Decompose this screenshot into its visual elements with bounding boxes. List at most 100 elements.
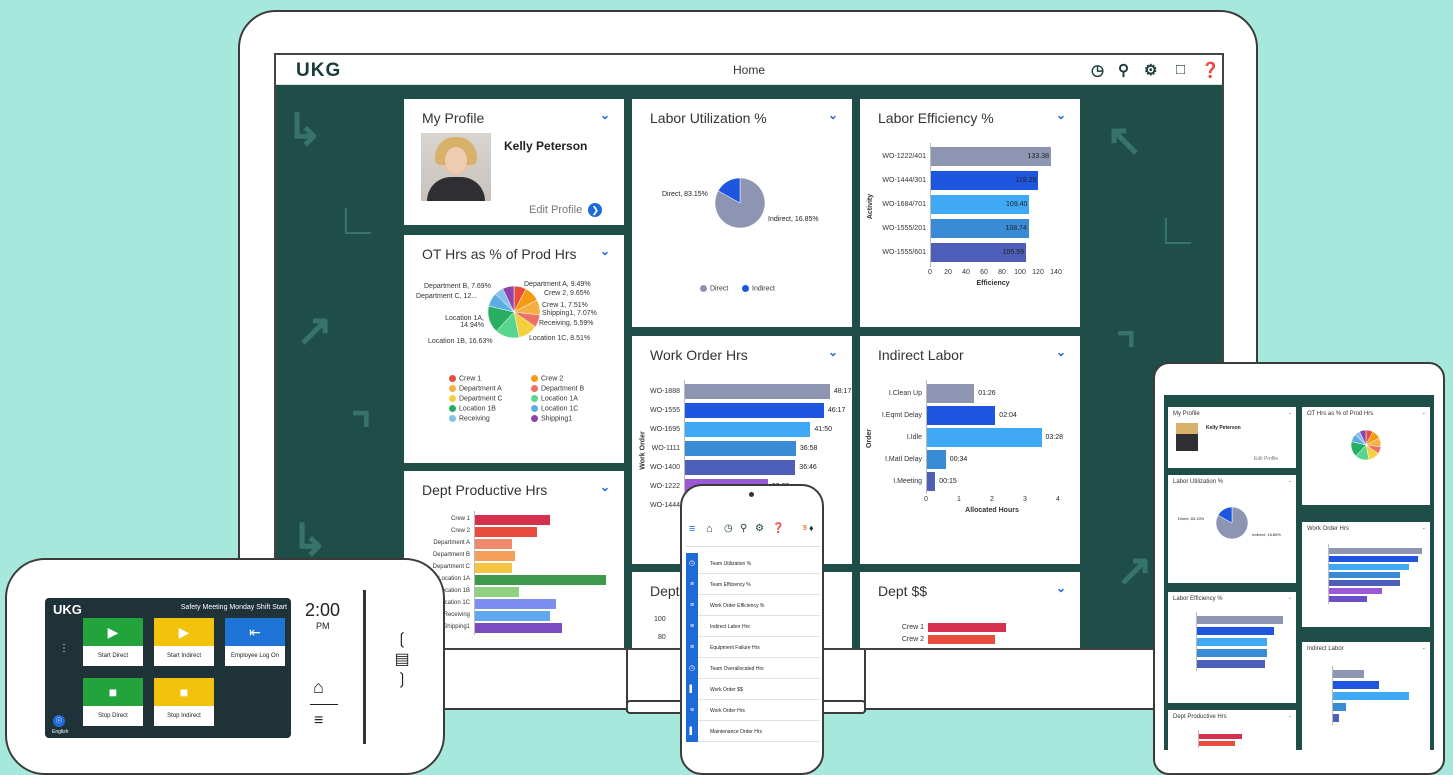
- gear-icon[interactable]: ⚙: [755, 523, 764, 534]
- bar[interactable]: [927, 406, 996, 425]
- bar[interactable]: [1329, 564, 1410, 570]
- bar[interactable]: [1333, 681, 1379, 689]
- chevron-down-icon[interactable]: ⌄: [1288, 713, 1292, 719]
- legend-item[interactable]: Department C: [449, 395, 503, 402]
- bell-icon[interactable]: ♦: [809, 523, 814, 533]
- chevron-down-icon[interactable]: ⌄: [1288, 478, 1292, 484]
- bar[interactable]: [1199, 734, 1242, 739]
- start-direct-button[interactable]: ▶ Start Direct: [83, 618, 143, 674]
- bar[interactable]: [685, 403, 824, 418]
- bar[interactable]: [1329, 572, 1400, 578]
- notification-count[interactable]: 5: [803, 525, 807, 532]
- gear-icon[interactable]: ⚙: [1144, 61, 1157, 79]
- clock-history-icon[interactable]: ◷: [1091, 61, 1104, 79]
- bar[interactable]: [927, 428, 1042, 447]
- legend-item[interactable]: Crew 2: [531, 375, 563, 382]
- phone-menu-item[interactable]: ≡ Indirect Labor Hrs: [686, 616, 820, 637]
- employee-log-on-button[interactable]: ⇤ Employee Log On: [225, 618, 285, 674]
- legend-item[interactable]: Department A: [449, 385, 502, 392]
- bar[interactable]: [685, 422, 811, 437]
- chat-icon[interactable]: □: [1176, 61, 1185, 78]
- chevron-down-icon[interactable]: ⌄: [600, 108, 610, 122]
- bar[interactable]: [1197, 649, 1267, 657]
- bar[interactable]: [1333, 670, 1365, 678]
- menu-dots-icon[interactable]: ⋮: [59, 644, 69, 654]
- stop-direct-button[interactable]: ■ Stop Direct: [83, 678, 143, 734]
- chevron-down-icon[interactable]: ⌄: [1422, 410, 1426, 416]
- bar[interactable]: [1333, 703, 1346, 711]
- bar[interactable]: [1197, 616, 1283, 624]
- help-icon[interactable]: ❓: [1201, 61, 1220, 79]
- phone-menu-item[interactable]: ◷ Team Utilization %: [686, 553, 820, 574]
- legend-item[interactable]: Receiving: [449, 415, 490, 422]
- help-icon[interactable]: ❓: [772, 523, 784, 534]
- chevron-down-icon[interactable]: ⌄: [1288, 595, 1292, 601]
- bar[interactable]: [475, 515, 550, 525]
- phone-menu-item[interactable]: ▌ Maintenance Order Hrs: [686, 721, 820, 742]
- bar[interactable]: [685, 441, 796, 456]
- chevron-down-icon[interactable]: ⌄: [828, 345, 838, 359]
- bar[interactable]: [1333, 692, 1410, 700]
- phone-menu-item[interactable]: ▌ Work Order $$: [686, 679, 820, 700]
- bar[interactable]: [475, 539, 513, 549]
- search-icon[interactable]: ⚲: [740, 523, 747, 534]
- edit-profile-link[interactable]: Edit Profile: [1254, 456, 1278, 462]
- legend-direct[interactable]: Direct: [700, 285, 728, 292]
- language-globe-icon[interactable]: ☉: [53, 715, 65, 727]
- chevron-down-icon[interactable]: ⌄: [828, 108, 838, 122]
- bar[interactable]: [1333, 714, 1339, 722]
- search-icon[interactable]: ⚲: [1118, 61, 1129, 79]
- clock-history-icon[interactable]: ◷: [724, 523, 733, 534]
- bar[interactable]: [927, 472, 936, 491]
- chevron-down-icon[interactable]: ⌄: [1422, 525, 1426, 531]
- bar[interactable]: [475, 575, 606, 585]
- hamburger-menu-icon[interactable]: ≡: [314, 712, 323, 730]
- bar[interactable]: [1197, 660, 1265, 668]
- bar[interactable]: [1329, 556, 1418, 562]
- home-icon[interactable]: ⌂: [706, 523, 713, 535]
- phone-menu-item[interactable]: ≡ Team Efficiency %: [686, 574, 820, 595]
- bar[interactable]: [1197, 638, 1268, 646]
- badge-reader-icon[interactable]: ❲ ▤ ❳: [389, 630, 415, 692]
- phone-menu-item[interactable]: ≡ Work Order Hrs: [686, 700, 820, 721]
- start-indirect-button[interactable]: ▶ Start Indirect: [154, 618, 214, 674]
- legend-item[interactable]: Location 1A: [531, 395, 578, 402]
- bar[interactable]: [475, 563, 513, 573]
- bar[interactable]: [685, 384, 830, 399]
- bar[interactable]: [1329, 588, 1382, 594]
- bar[interactable]: [1199, 741, 1235, 746]
- bar[interactable]: [1329, 596, 1368, 602]
- stop-indirect-button[interactable]: ■ Stop Indirect: [154, 678, 214, 734]
- chevron-down-icon[interactable]: ⌄: [600, 244, 610, 258]
- phone-menu-item[interactable]: ≡ Work Order Efficiency %: [686, 595, 820, 616]
- chevron-down-icon[interactable]: ⌄: [1056, 108, 1066, 122]
- legend-item[interactable]: Location 1B: [449, 405, 496, 412]
- bar[interactable]: [475, 599, 556, 609]
- bar[interactable]: [1329, 548, 1422, 554]
- chevron-down-icon[interactable]: ⌄: [1056, 581, 1066, 595]
- hamburger-menu-icon[interactable]: ≡: [689, 523, 695, 535]
- bar[interactable]: [475, 611, 550, 621]
- bar[interactable]: [685, 460, 796, 475]
- chevron-down-icon[interactable]: ⌄: [1288, 410, 1292, 416]
- edit-profile-link[interactable]: Edit Profile ❯: [529, 203, 603, 217]
- chevron-down-icon[interactable]: ⌄: [1056, 345, 1066, 359]
- legend-item[interactable]: Crew 1: [449, 375, 481, 382]
- bar[interactable]: [927, 384, 975, 403]
- bar[interactable]: [1329, 580, 1400, 586]
- legend-indirect[interactable]: Indirect: [742, 285, 775, 292]
- chevron-down-icon[interactable]: ⌄: [600, 480, 610, 494]
- bar[interactable]: [1197, 627, 1274, 635]
- legend-item[interactable]: Shipping1: [531, 415, 572, 422]
- legend-item[interactable]: Department B: [531, 385, 584, 392]
- home-icon[interactable]: ⌂: [313, 677, 324, 698]
- phone-menu-item[interactable]: ◷ Team Overallocated Hrs: [686, 658, 820, 679]
- chevron-down-icon[interactable]: ⌄: [1422, 645, 1426, 651]
- bar[interactable]: [475, 587, 519, 597]
- legend-item[interactable]: Location 1C: [531, 405, 578, 412]
- bar[interactable]: [475, 623, 563, 633]
- bar[interactable]: [927, 450, 946, 469]
- bar[interactable]: [475, 527, 538, 537]
- phone-menu-item[interactable]: ≡ Equipment Failure Hrs: [686, 637, 820, 658]
- bar[interactable]: [475, 551, 516, 561]
